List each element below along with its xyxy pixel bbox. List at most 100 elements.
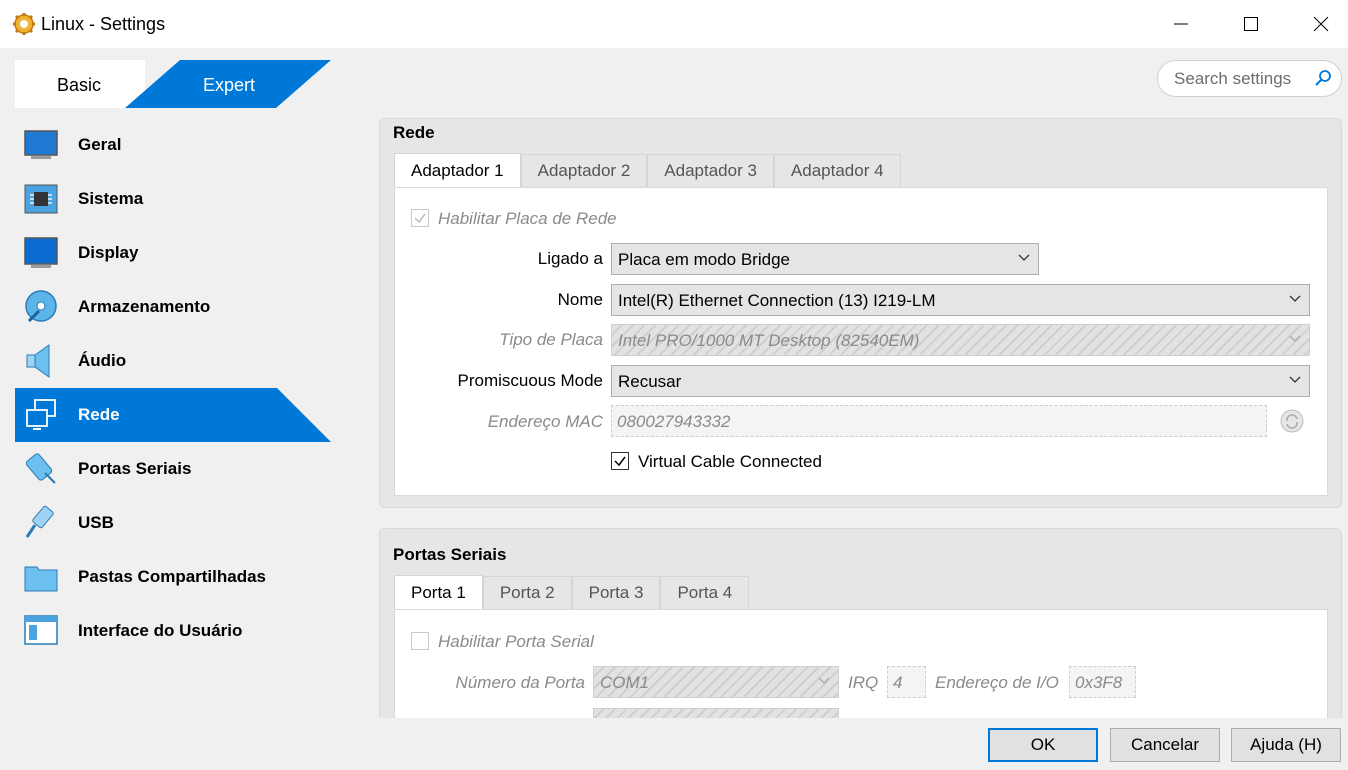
sidebar-item-rede[interactable]: Rede (15, 388, 335, 442)
network-group-title: Rede (393, 123, 435, 142)
ok-button[interactable]: OK (988, 728, 1098, 762)
check-icon (414, 213, 426, 224)
sidebar-item-audio[interactable]: Áudio (15, 334, 335, 388)
title-bar: Linux - Settings (0, 0, 1348, 48)
enable-adapter-checkbox[interactable] (411, 209, 429, 227)
sidebar-item-armazenamento[interactable]: Armazenamento (15, 280, 335, 334)
usb-icon (25, 505, 54, 538)
folder-icon (24, 566, 58, 592)
port-number-label: Número da Porta (455, 673, 585, 692)
enable-serial-label: Habilitar Porta Serial (438, 632, 594, 651)
sidebar-item-label: Pastas Compartilhadas (78, 567, 267, 586)
irq-value: 4 (893, 673, 903, 692)
minimize-button[interactable] (1146, 0, 1216, 48)
irq-field: 4 (887, 666, 926, 698)
name-label: Nome (557, 290, 603, 309)
adapter-type-value: Intel PRO/1000 MT Desktop (82540EM) (618, 331, 920, 350)
settings-sidebar: Geral Sistema Display Armazenamento Áudi… (15, 118, 335, 658)
close-button[interactable] (1286, 0, 1348, 48)
chevron-down-icon (1289, 335, 1301, 342)
attached-to-label: Ligado a (537, 249, 603, 268)
sidebar-item-label: Geral (78, 135, 122, 154)
adapter-name-select[interactable]: Intel(R) Ethernet Connection (13) I219-L… (611, 284, 1310, 316)
serial-port-panel: Habilitar Porta Serial Número da Porta C… (394, 609, 1328, 718)
help-button[interactable]: Ajuda (H) (1231, 728, 1341, 762)
search-icon[interactable] (1314, 69, 1332, 87)
tab-porta-1[interactable]: Porta 1 (394, 575, 483, 609)
serial-group-title: Portas Seriais (393, 545, 507, 564)
sidebar-item-usb[interactable]: USB (15, 496, 335, 550)
chevron-down-icon (1289, 295, 1301, 302)
attached-to-select[interactable]: Placa em modo Bridge (611, 243, 1039, 275)
io-address-label: Endereço de I/O (935, 673, 1059, 692)
speaker-icon (26, 344, 50, 378)
sidebar-item-label: Sistema (78, 189, 144, 208)
adapter-panel: Habilitar Placa de Rede Ligado a Placa e… (394, 187, 1328, 496)
cancel-button[interactable]: Cancelar (1110, 728, 1220, 762)
serial-icon (25, 453, 56, 484)
enable-adapter-label: Habilitar Placa de Rede (438, 209, 617, 228)
port-mode-select (593, 708, 839, 718)
enable-serial-checkbox[interactable] (411, 632, 429, 650)
network-icon (26, 399, 56, 430)
port-number-select: COM1 (593, 666, 839, 698)
expert-mode-button[interactable] (15, 60, 331, 108)
chevron-down-icon (818, 677, 830, 684)
tab-adaptador-4[interactable]: Adaptador 4 (773, 154, 901, 187)
maximize-icon (1244, 17, 1258, 31)
serial-port-tabs: Porta 1 Porta 2 Porta 3 Porta 4 (394, 575, 750, 609)
attached-to-value: Placa em modo Bridge (618, 250, 790, 269)
promiscuous-mode-label: Promiscuous Mode (457, 371, 603, 390)
tab-adaptador-2[interactable]: Adaptador 2 (520, 154, 648, 187)
mac-address-label: Endereço MAC (487, 412, 603, 431)
sidebar-item-geral[interactable]: Geral (15, 118, 335, 172)
settings-content: Rede Adaptador 1 Adaptador 2 Adaptador 3… (379, 118, 1342, 718)
tab-porta-3[interactable]: Porta 3 (571, 576, 661, 609)
gear-icon (13, 13, 35, 35)
adapter-type-select: Intel PRO/1000 MT Desktop (82540EM) (611, 324, 1310, 356)
active-item-background (15, 388, 331, 442)
io-address-value: 0x3F8 (1075, 673, 1123, 692)
sidebar-item-portas-seriais[interactable]: Portas Seriais (15, 442, 335, 496)
sidebar-item-label: Interface do Usuário (78, 621, 243, 640)
mac-address-field: 080027943332 (611, 405, 1267, 437)
irq-label: IRQ (848, 673, 879, 692)
network-group: Rede Adaptador 1 Adaptador 2 Adaptador 3… (379, 118, 1342, 508)
tab-adaptador-1[interactable]: Adaptador 1 (394, 153, 521, 187)
window-title: Linux - Settings (41, 14, 166, 34)
adapter-type-label: Tipo de Placa (499, 330, 603, 349)
cable-connected-label: Virtual Cable Connected (638, 452, 822, 471)
sidebar-item-label: Portas Seriais (78, 459, 192, 478)
sidebar-item-label: Áudio (78, 351, 127, 370)
sidebar-item-label: Rede (78, 405, 120, 424)
tab-porta-2[interactable]: Porta 2 (482, 576, 572, 609)
window-icon (24, 615, 58, 645)
search-box[interactable] (1157, 60, 1342, 97)
maximize-button[interactable] (1216, 0, 1286, 48)
sidebar-item-pastas-compartilhadas[interactable]: Pastas Compartilhadas (15, 550, 335, 604)
minimize-icon (1174, 23, 1188, 25)
tab-porta-4[interactable]: Porta 4 (660, 576, 750, 609)
monitor-icon (24, 237, 58, 268)
tab-adaptador-3[interactable]: Adaptador 3 (647, 154, 774, 187)
expert-mode-label: Expert (203, 75, 256, 95)
chip-icon (24, 184, 58, 214)
sidebar-item-label: Display (78, 243, 139, 262)
general-icon (24, 130, 58, 159)
sidebar-item-label: USB (78, 513, 114, 532)
chevron-down-icon (1018, 254, 1030, 261)
chevron-down-icon (1289, 376, 1301, 383)
disk-icon (25, 290, 57, 323)
refresh-mac-icon (1280, 409, 1304, 433)
sidebar-item-display[interactable]: Display (15, 226, 335, 280)
adapter-tabs: Adaptador 1 Adaptador 2 Adaptador 3 Adap… (394, 153, 901, 187)
cable-connected-checkbox[interactable] (611, 452, 629, 470)
sidebar-item-interface-do-usuario[interactable]: Interface do Usuário (15, 604, 335, 658)
mode-toggle: Basic Expert (15, 60, 331, 108)
adapter-name-value: Intel(R) Ethernet Connection (13) I219-L… (618, 291, 936, 310)
mac-address-value: 080027943332 (617, 412, 731, 431)
search-input[interactable] (1174, 68, 1309, 90)
promiscuous-mode-select[interactable]: Recusar (611, 365, 1310, 397)
port-number-value: COM1 (600, 673, 650, 692)
sidebar-item-sistema[interactable]: Sistema (15, 172, 335, 226)
